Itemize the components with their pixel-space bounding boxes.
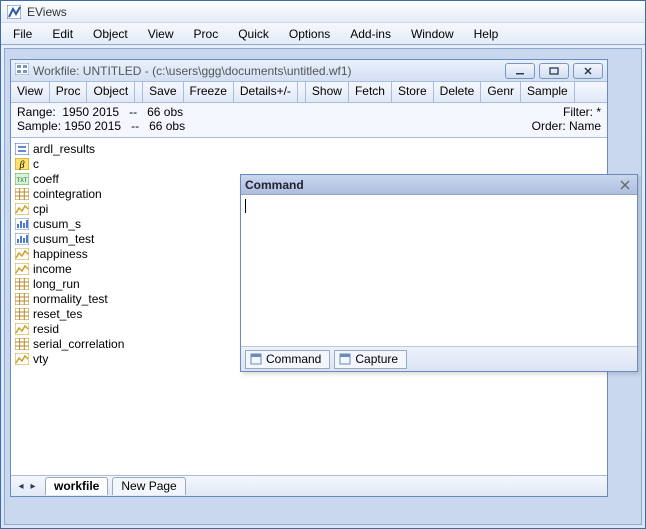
graph-icon — [15, 233, 29, 245]
command-tab-command-label: Command — [266, 352, 321, 366]
workfile-object-label: ardl_results — [33, 142, 95, 156]
workfile-object-label: serial_correlation — [33, 337, 124, 351]
svg-text:TXT: TXT — [17, 177, 28, 184]
menu-file[interactable]: File — [5, 25, 40, 43]
workfile-object-label: normality_test — [33, 292, 108, 306]
workfile-close-button[interactable] — [573, 63, 603, 79]
text-icon: TXT — [15, 173, 29, 185]
workfile-maximize-button[interactable] — [539, 63, 569, 79]
page-nav-right-icon[interactable]: ▸ — [27, 479, 39, 493]
table-icon — [15, 338, 29, 350]
tb-view[interactable]: View — [11, 82, 50, 102]
workfile-object-label: reset_tes — [33, 307, 82, 321]
tb-delete[interactable]: Delete — [434, 82, 482, 102]
workfile-object[interactable]: ardl_results — [15, 141, 603, 156]
sample-label[interactable]: Sample: 1950 2015 -- 66 obs — [17, 119, 532, 133]
menu-view[interactable]: View — [140, 25, 182, 43]
workfile-titlebar[interactable]: Workfile: UNTITLED - (c:\users\ggg\docum… — [11, 60, 607, 82]
panel-icon — [250, 353, 262, 365]
workfile-title: Workfile: UNTITLED - (c:\users\ggg\docum… — [33, 64, 352, 78]
table-icon — [15, 278, 29, 290]
menu-quick[interactable]: Quick — [230, 25, 277, 43]
command-title: Command — [245, 178, 304, 192]
series-icon — [15, 323, 29, 335]
app-title: EViews — [27, 5, 67, 19]
workfile-minimize-button[interactable] — [505, 63, 535, 79]
workfile-object-label: c — [33, 157, 39, 171]
page-tab-new[interactable]: New Page — [112, 477, 185, 495]
range-label[interactable]: Range: 1950 2015 -- 66 obs — [17, 105, 532, 119]
workfile-icon — [15, 63, 29, 78]
command-tab-command[interactable]: Command — [245, 350, 330, 369]
workfile-object-label: cpi — [33, 202, 48, 216]
workfile-object-label: cointegration — [33, 187, 102, 201]
coef-icon: β — [15, 158, 29, 170]
command-titlebar[interactable]: Command — [241, 175, 637, 195]
command-input[interactable] — [241, 195, 637, 347]
workfile-info: Range: 1950 2015 -- 66 obs Filter: * Sam… — [11, 103, 607, 138]
workfile-footer: ◂ ▸ workfile New Page — [11, 475, 607, 496]
tb-store[interactable]: Store — [392, 82, 434, 102]
command-tab-capture[interactable]: Capture — [334, 350, 407, 369]
workfile-object-label: cusum_test — [33, 232, 94, 246]
command-close-button[interactable] — [617, 178, 633, 192]
tb-sample[interactable]: Sample — [521, 82, 575, 102]
command-tab-capture-label: Capture — [355, 352, 398, 366]
tb-freeze[interactable]: Freeze — [184, 82, 234, 102]
series-icon — [15, 353, 29, 365]
menu-options[interactable]: Options — [281, 25, 338, 43]
workfile-toolbar: View Proc Object Save Freeze Details+/- … — [11, 82, 607, 103]
series-icon — [15, 248, 29, 260]
app-window: EViews File Edit Object View Proc Quick … — [0, 0, 646, 529]
table-icon — [15, 188, 29, 200]
command-pane: Command Command — [240, 174, 638, 372]
equation-icon — [15, 143, 29, 155]
workfile-object-label: coeff — [33, 172, 59, 186]
tb-fetch[interactable]: Fetch — [349, 82, 392, 102]
table-icon — [15, 293, 29, 305]
menu-object[interactable]: Object — [85, 25, 136, 43]
graph-icon — [15, 218, 29, 230]
menu-edit[interactable]: Edit — [44, 25, 81, 43]
workfile-object-label: happiness — [33, 247, 88, 261]
menu-proc[interactable]: Proc — [186, 25, 227, 43]
workfile-object-label: resid — [33, 322, 59, 336]
mdi-workspace: Workfile: UNTITLED - (c:\users\ggg\docum… — [4, 48, 642, 525]
svg-text:β: β — [19, 160, 25, 170]
page-nav-left-icon[interactable]: ◂ — [15, 479, 27, 493]
panel-icon — [339, 353, 351, 365]
tb-proc[interactable]: Proc — [50, 82, 88, 102]
workfile-object[interactable]: βc — [15, 156, 603, 171]
menubar: File Edit Object View Proc Quick Options… — [1, 23, 645, 45]
series-icon — [15, 203, 29, 215]
tb-details[interactable]: Details+/- — [234, 82, 298, 102]
menu-help[interactable]: Help — [466, 25, 507, 43]
tb-show[interactable]: Show — [306, 82, 349, 102]
filter-label[interactable]: Filter: * — [532, 105, 601, 119]
tb-save[interactable]: Save — [143, 82, 183, 102]
menu-addins[interactable]: Add-ins — [342, 25, 399, 43]
order-label[interactable]: Order: Name — [532, 119, 601, 133]
table-icon — [15, 308, 29, 320]
workfile-object-label: income — [33, 262, 72, 276]
workfile-object-label: long_run — [33, 277, 80, 291]
page-tab-active[interactable]: workfile — [45, 477, 108, 495]
menu-window[interactable]: Window — [403, 25, 462, 43]
tb-genr[interactable]: Genr — [481, 82, 521, 102]
eviews-logo-icon — [7, 5, 21, 19]
text-cursor-icon — [245, 199, 246, 213]
workfile-object-label: vty — [33, 352, 48, 366]
command-tabs: Command Capture — [241, 347, 637, 371]
tb-object2[interactable]: Object — [87, 82, 135, 102]
app-titlebar: EViews — [1, 1, 645, 23]
workfile-object-label: cusum_s — [33, 217, 81, 231]
series-icon — [15, 263, 29, 275]
